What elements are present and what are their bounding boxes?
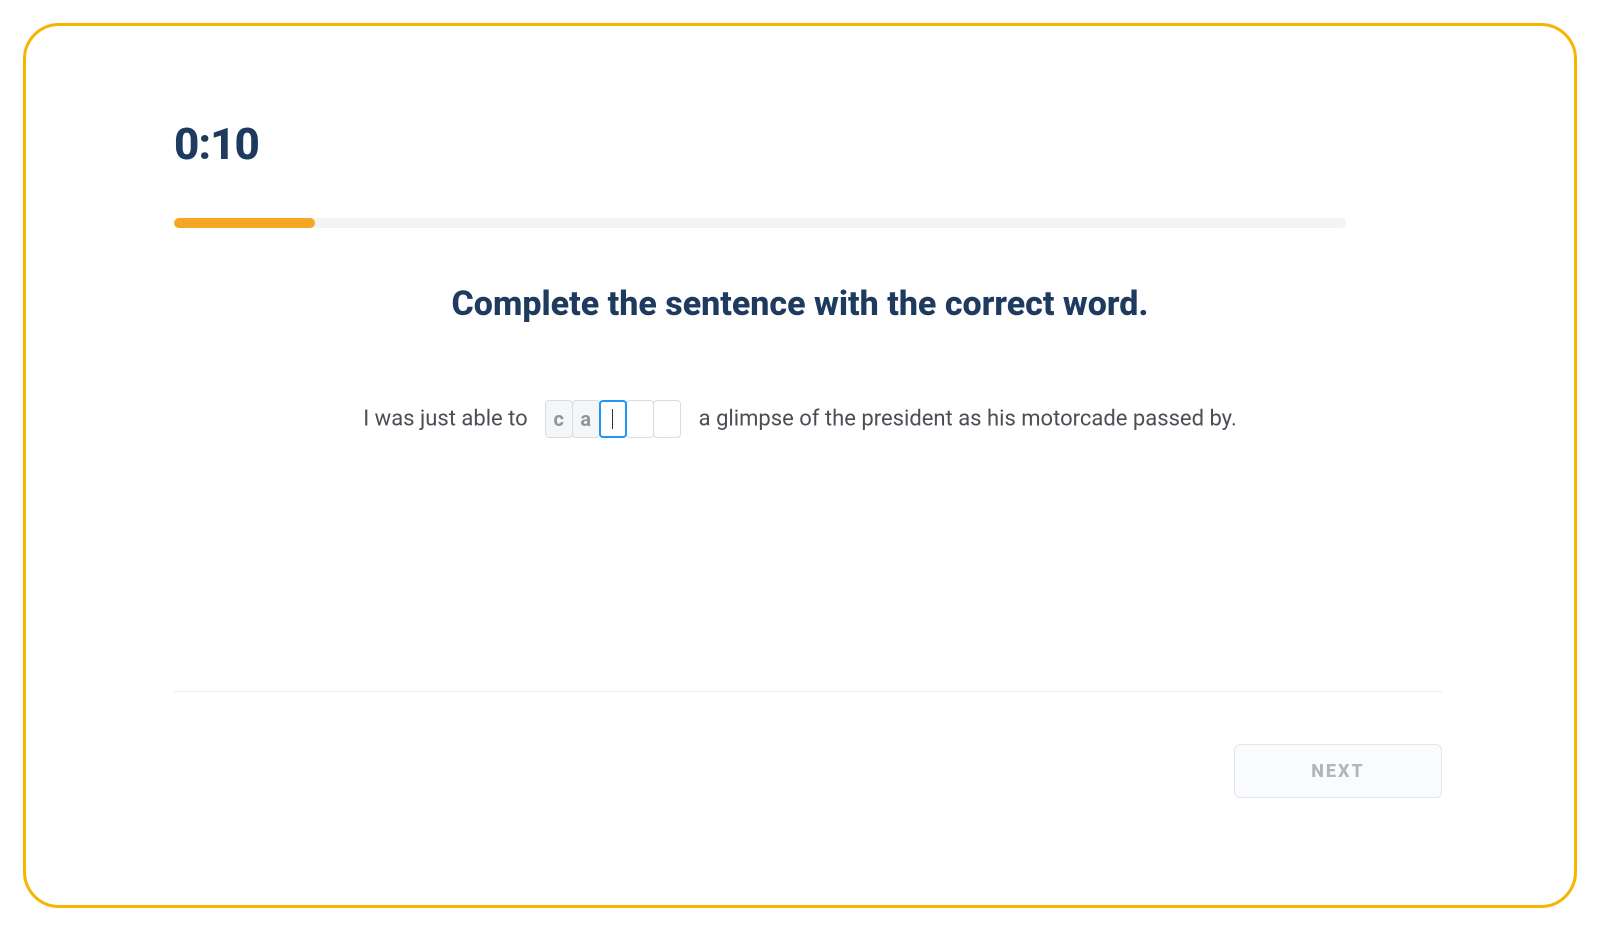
letter-box-2[interactable] bbox=[599, 400, 627, 438]
letter-box-3[interactable] bbox=[626, 400, 654, 438]
letter-box-4[interactable] bbox=[653, 400, 681, 438]
letter-input-group: ca bbox=[546, 400, 681, 438]
sentence-row: I was just able to ca a glimpse of the p… bbox=[26, 400, 1574, 438]
instruction-text: Complete the sentence with the correct w… bbox=[26, 284, 1574, 324]
text-caret bbox=[612, 409, 613, 429]
sentence-before: I was just able to bbox=[363, 407, 527, 432]
timer: 0:10 bbox=[174, 118, 259, 170]
letter-box-0[interactable]: c bbox=[545, 400, 573, 438]
quiz-frame: 0:10 Complete the sentence with the corr… bbox=[23, 23, 1577, 908]
progress-fill bbox=[174, 218, 315, 228]
footer-divider bbox=[174, 691, 1442, 692]
next-button[interactable]: NEXT bbox=[1234, 744, 1442, 798]
progress-bar bbox=[174, 218, 1346, 228]
sentence-after: a glimpse of the president as his motorc… bbox=[699, 407, 1237, 432]
letter-box-1[interactable]: a bbox=[572, 400, 600, 438]
